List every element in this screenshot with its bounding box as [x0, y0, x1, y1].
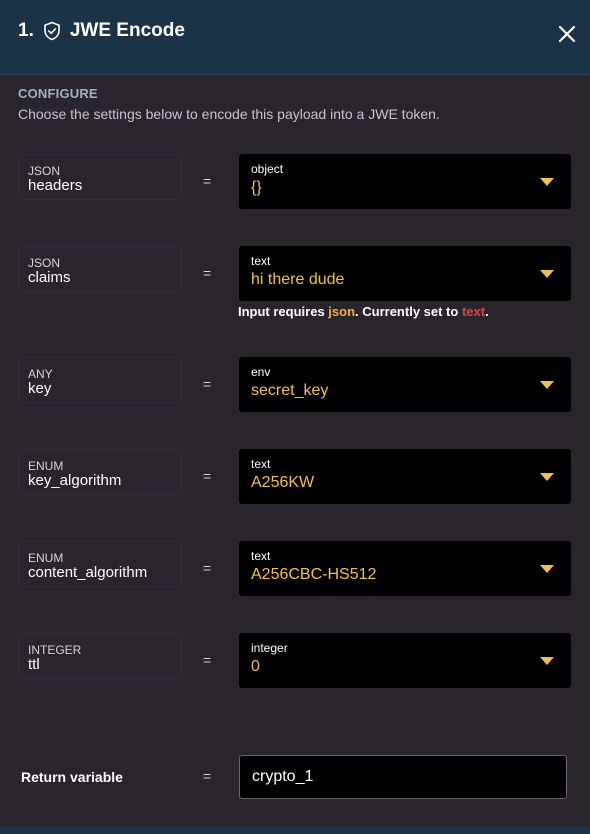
configure-description: Choose the settings below to encode this…	[18, 106, 440, 122]
caret-down-icon[interactable]	[540, 178, 554, 186]
value-text: A256CBC-HS512	[251, 566, 377, 583]
value-type: object	[251, 162, 284, 176]
value-type: text	[251, 549, 271, 563]
value-type: integer	[251, 641, 288, 655]
equals-sign: =	[203, 468, 212, 484]
param-name: ttl	[28, 656, 40, 673]
value-selector-ttl[interactable]: integer 0	[239, 633, 571, 688]
param-type: ANY	[28, 367, 53, 381]
equals-sign: =	[203, 265, 212, 281]
return-variable-input[interactable]	[239, 755, 567, 799]
step-number: 1.	[18, 20, 34, 41]
param-label: ANY key	[18, 357, 182, 403]
param-name: key_algorithm	[28, 472, 122, 489]
hint-prefix: Input requires	[238, 304, 329, 319]
caret-down-icon[interactable]	[540, 381, 554, 389]
caret-down-icon[interactable]	[540, 565, 554, 573]
configure-panel: CONFIGURE Choose the settings below to e…	[0, 75, 590, 827]
equals-sign: =	[203, 768, 212, 784]
value-selector-content-algorithm[interactable]: text A256CBC-HS512	[239, 541, 571, 596]
hint-middle: . Currently set to	[355, 304, 462, 319]
caret-down-icon[interactable]	[540, 270, 554, 278]
param-type: ENUM	[28, 459, 64, 473]
value-type: text	[251, 457, 271, 471]
hint-current-type: text	[461, 304, 486, 319]
param-label: ENUM key_algorithm	[18, 449, 182, 495]
modal-title-text: JWE Encode	[69, 20, 185, 41]
value-selector-key-algorithm[interactable]: text A256KW	[239, 449, 571, 504]
value-selector-headers[interactable]: object {}	[239, 154, 571, 209]
value-text: 0	[251, 658, 260, 675]
param-name: claims	[28, 269, 71, 286]
modal-header: 1. JWE Encode	[0, 0, 590, 75]
param-label: JSON claims	[18, 246, 182, 292]
equals-sign: =	[203, 173, 212, 189]
param-type: JSON	[28, 256, 61, 270]
caret-down-icon[interactable]	[540, 473, 554, 481]
value-text: {}	[251, 179, 262, 196]
close-icon[interactable]	[556, 23, 578, 45]
value-type: text	[251, 254, 271, 268]
equals-sign: =	[203, 560, 212, 576]
footer-strip	[0, 827, 590, 834]
param-type: INTEGER	[28, 643, 82, 657]
param-name: key	[28, 380, 52, 397]
param-type: JSON	[28, 164, 61, 178]
return-variable-label: Return variable	[21, 769, 123, 785]
equals-sign: =	[203, 652, 212, 668]
param-label: ENUM content_algorithm	[18, 541, 182, 587]
shield-check-icon	[43, 21, 61, 41]
param-label: INTEGER ttl	[18, 633, 182, 679]
modal-title: 1. JWE Encode	[18, 20, 185, 42]
hint-required-type: json	[328, 304, 356, 319]
configure-heading: CONFIGURE	[18, 86, 98, 101]
param-name: headers	[28, 177, 83, 194]
param-type: ENUM	[28, 551, 64, 565]
value-selector-key[interactable]: env secret_key	[239, 357, 571, 412]
type-mismatch-hint: Input requires json. Currently set to te…	[238, 304, 489, 319]
value-type: env	[251, 365, 271, 379]
caret-down-icon[interactable]	[540, 657, 554, 665]
param-label: JSON headers	[18, 154, 182, 200]
value-text: secret_key	[251, 382, 329, 399]
value-selector-claims[interactable]: text hi there dude	[239, 246, 571, 301]
hint-suffix: .	[485, 304, 489, 319]
param-name: content_algorithm	[28, 564, 148, 581]
value-text: A256KW	[251, 474, 315, 491]
value-text: hi there dude	[251, 271, 345, 288]
equals-sign: =	[203, 376, 212, 392]
